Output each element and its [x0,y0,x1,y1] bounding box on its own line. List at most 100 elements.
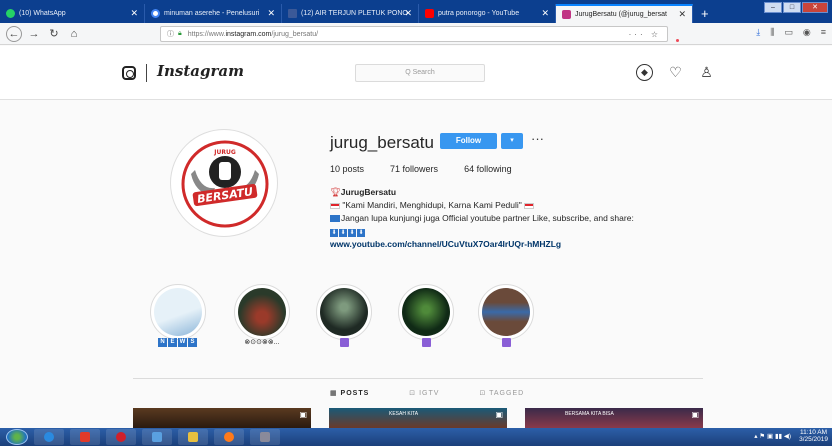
tab-tagged[interactable]: ⊡ TAGGED [479,389,524,397]
new-tab-button[interactable]: + [693,4,717,23]
post-thumbnail[interactable]: BERSAMA KITA BISA ▣ [525,408,703,428]
tray-icons[interactable]: ▴ ⚑ ▣ ▮▮ ◀) [754,432,791,440]
profile-name: JurugBersatu [340,187,397,197]
tab-label: putra ponorogo - YouTube [438,10,520,17]
video-icon: ▣ [691,410,699,419]
posts-count: 10 posts [330,164,365,174]
taskbar-app-ie[interactable] [34,429,64,445]
forward-arrow-icon[interactable]: → [26,26,42,42]
post-thumbnail[interactable]: ▣ [133,408,311,428]
browser-nav-bar: ← → ↻ ⌂ ⓘ 🔒︎ https://www. instagram.com/j… [0,23,832,45]
story-highlights: NEWS ⊗⊙⊙⊗⊗... [150,284,570,354]
followers-count[interactable]: 71 followers [390,164,438,174]
tab-facebook[interactable]: (12) AIR TERJUN PLETUK PONO ✕ [282,4,419,23]
tab-search[interactable]: minuman aserehe - Penelusuri ✕ [145,4,282,23]
highlight-label: ⊗⊙⊙⊗⊗... [244,339,280,346]
tab-instagram[interactable]: JurugBersatu (@jurug_bersat ✕ [556,4,693,23]
tab-label: (12) AIR TERJUN PLETUK PONO [301,10,408,17]
reload-icon[interactable]: ↻ [46,26,62,42]
url-bar[interactable]: ⓘ 🔒︎ https://www. instagram.com/jurug_ber… [160,26,668,42]
minimize-button[interactable]: – [764,2,782,13]
back-arrow-icon[interactable]: ← [6,25,22,42]
tab-igtv[interactable]: ⊡ IGTV [409,389,439,397]
highlight-icon [339,338,349,347]
highlight-3[interactable] [316,284,372,340]
profile-icon[interactable]: ♙ [698,64,715,81]
close-tab-icon[interactable]: ✕ [130,8,138,19]
url-scheme: https://www. [187,30,226,38]
search-input[interactable]: Q Search [355,64,485,82]
extension-icon[interactable]: ◉ [803,27,811,38]
taskbar-app-firefox[interactable] [214,429,244,445]
highlight-2[interactable] [234,284,290,340]
tab-label: JurugBersatu (@jurug_bersat [575,11,667,18]
more-options-button[interactable]: ··· [531,131,544,146]
facebook-icon [288,9,297,18]
opera-icon [116,432,126,442]
sidebar-icon[interactable]: ▭ [784,27,793,38]
tab-youtube[interactable]: putra ponorogo - YouTube ✕ [419,4,556,23]
url-path: /jurug_bersatu/ [271,30,319,38]
taskbar-app-folder[interactable] [178,429,208,445]
instagram-logo[interactable]: Instagram [157,62,244,80]
close-tab-icon[interactable]: ✕ [404,8,412,19]
menu-icon[interactable]: ≡ [821,27,826,38]
camera-icon[interactable] [122,66,136,80]
posts-grid: ▣ KESAH KITA ▣ BERSAMA KITA BISA ▣ [133,408,703,428]
bio-line-2: Jangan lupa kunjungi juga Official youtu… [330,212,634,225]
maximize-button[interactable]: □ [783,2,801,13]
badge-letter: W [178,338,187,347]
bio-arrows: ⬇ ⬇ ⬇ ⬇ [330,225,634,238]
files-icon [152,432,162,442]
profile-website-link[interactable]: www.youtube.com/channel/UCuVtuX7Oar4IrUQ… [330,238,634,251]
download-icon[interactable]: ⤓ [756,27,760,38]
clock[interactable]: 11:10 AM 3/25/2019 [799,429,828,443]
tab-posts[interactable]: ▦ POSTS [330,389,369,397]
indonesia-flag-icon [524,202,535,209]
start-button[interactable] [6,429,28,445]
library-icon[interactable]: ⫼ [770,27,774,38]
highlight-thumbnail [320,288,368,336]
down-arrow-icon: ⬇ [348,229,356,237]
close-window-button[interactable]: ✕ [802,2,828,13]
highlight-thumbnail [482,288,530,336]
highlight-label [314,338,374,349]
follow-button[interactable]: Follow [440,133,497,149]
profile-stats: 10 posts 71 followers 64 following [330,164,538,174]
instagram-icon [562,10,571,19]
avatar-top-text: JURUG [213,149,236,156]
badge-letter: S [188,338,197,347]
system-tray: ▴ ⚑ ▣ ▮▮ ◀) 11:10 AM 3/25/2019 [754,429,828,443]
heart-icon[interactable]: ♡ [667,64,684,81]
tab-whatsapp[interactable]: (10) WhatsApp ✕ [0,4,145,23]
home-icon[interactable]: ⌂ [66,26,82,42]
close-tab-icon[interactable]: ✕ [541,8,549,19]
firefox-icon [224,432,234,442]
profile-bio: 🏆︎JurugBersatu "Kami Mandiri, Menghidupi… [330,186,634,251]
post-thumbnail[interactable]: KESAH KITA ▣ [329,408,507,428]
taskbar-app-media[interactable] [70,429,100,445]
taskbar-app-opera[interactable] [106,429,136,445]
profile-avatar[interactable]: BERSATU JURUG [170,129,278,237]
highlight-4[interactable] [398,284,454,340]
tabs-divider [133,378,703,379]
highlight-5[interactable] [478,284,534,340]
bookmark-star-icon[interactable]: ··· ☆ [629,30,661,39]
suggestions-dropdown-button[interactable]: ▾ [501,133,523,149]
windows-taskbar: ▴ ⚑ ▣ ▮▮ ◀) 11:10 AM 3/25/2019 [0,428,832,446]
highlight-label [396,338,456,349]
highlight-news[interactable] [150,284,206,340]
taskbar-app-files[interactable] [142,429,172,445]
following-count[interactable]: 64 following [464,164,512,174]
explore-compass-icon[interactable]: ◆ [636,64,653,81]
close-tab-icon[interactable]: ✕ [678,9,686,20]
close-tab-icon[interactable]: ✕ [267,8,275,19]
instagram-header: Instagram Q Search ◆ ♡ ♙ [0,46,832,100]
window-controls: – □ ✕ [763,2,828,13]
header-divider [146,64,147,82]
clock-time: 11:10 AM [800,429,828,436]
taskbar-app-tool[interactable] [250,429,280,445]
page-info-icon[interactable]: ⓘ [167,29,174,39]
badge-letter: E [168,338,177,347]
bio-promo: Jangan lupa kunjungi juga Official youtu… [341,213,634,223]
